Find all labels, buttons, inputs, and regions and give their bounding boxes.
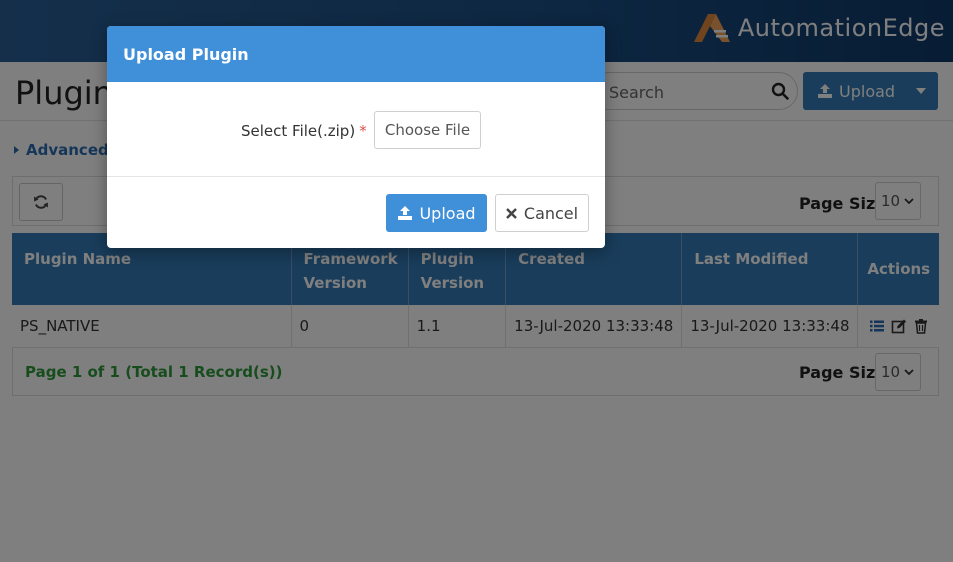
upload-button-label: Upload [419, 203, 476, 223]
dialog-footer: Upload Cancel [107, 177, 605, 248]
upload-plugin-dialog: Upload Plugin Select File(.zip) * Choose … [107, 26, 605, 248]
dialog-title: Upload Plugin [123, 44, 249, 64]
upload-button[interactable]: Upload [386, 194, 487, 232]
choose-file-button[interactable]: Choose File [374, 111, 481, 149]
required-marker: * [359, 122, 367, 140]
upload-icon [398, 206, 413, 220]
cancel-button[interactable]: Cancel [495, 194, 589, 232]
cancel-button-label: Cancel [523, 203, 579, 223]
close-icon [506, 207, 517, 219]
dialog-body: Select File(.zip) * Choose File [107, 82, 605, 177]
dialog-header: Upload Plugin [107, 26, 605, 82]
file-field-label: Select File(.zip) * [241, 122, 367, 140]
